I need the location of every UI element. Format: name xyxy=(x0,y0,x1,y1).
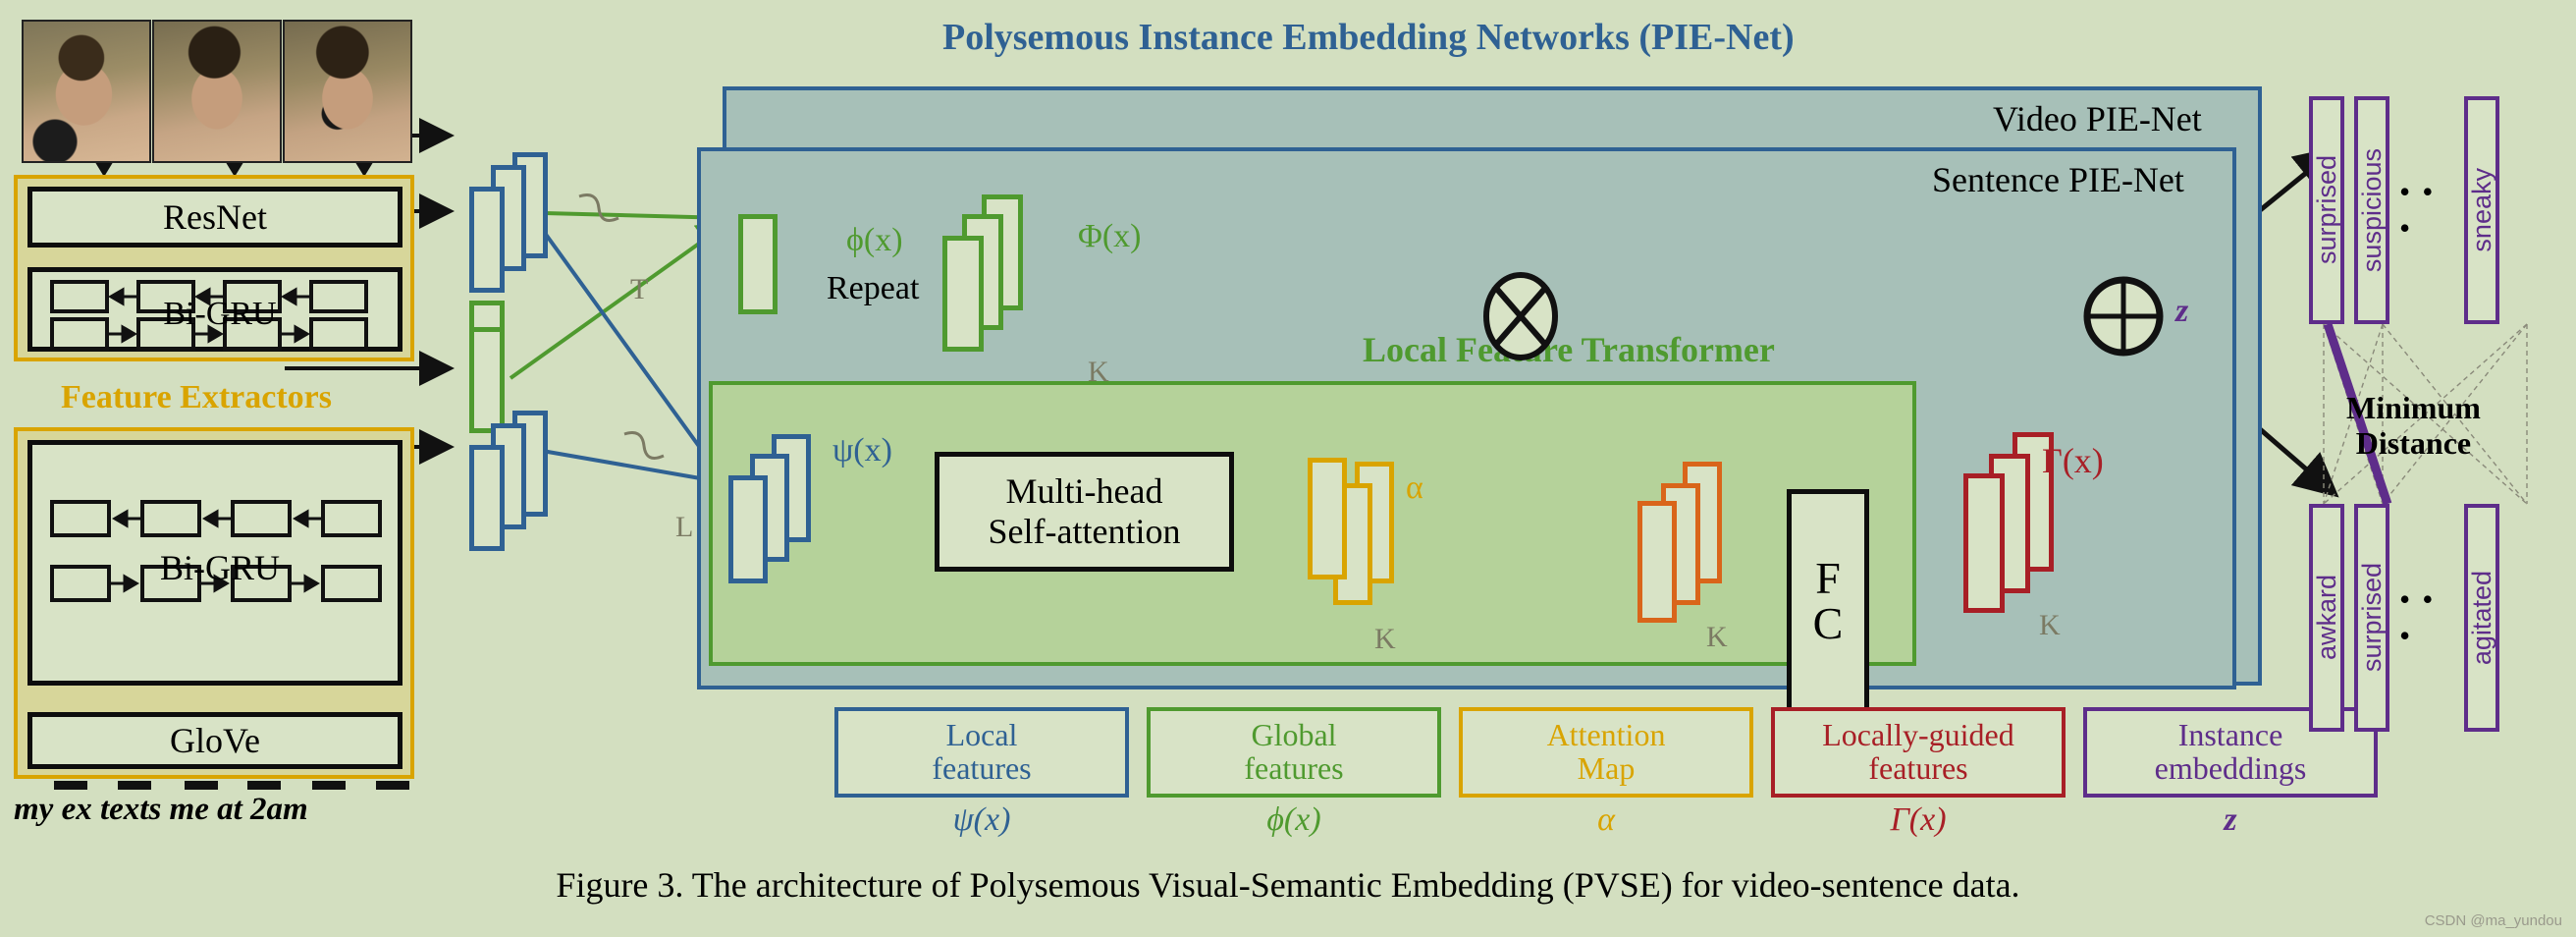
video-frame-1 xyxy=(22,20,151,163)
locally-guided-feature-1 xyxy=(1963,473,2005,613)
multihead-self-attention-block[interactable]: Multi-head Self-attention xyxy=(935,452,1234,572)
z-label: z xyxy=(2175,293,2189,329)
legend-symbol-local-features: ψ(x) xyxy=(952,801,1011,838)
glove-label: GloVe xyxy=(170,721,260,760)
embedding-bottom-row: awkard surprised • • • agitated xyxy=(2309,504,2499,732)
weighted-feature-1 xyxy=(1637,501,1677,623)
legend-item-attention-map: Attention Map α xyxy=(1459,707,1753,839)
sentence-pie-net-label: Sentence PIE-Net xyxy=(1932,160,2184,199)
video-pie-net-label: Video PIE-Net xyxy=(1993,99,2202,138)
multihead-line1: Multi-head xyxy=(1005,470,1163,511)
embedding-label: surprised xyxy=(2311,155,2341,265)
minimum-distance-line1: Minimum xyxy=(2346,390,2481,425)
phi-small-label: ϕ(x) xyxy=(846,222,903,258)
legend-symbol-global-features: ϕ(x) xyxy=(1266,801,1321,838)
embedding-ellipsis-top: • • • xyxy=(2399,174,2436,246)
locally-guided-k-label: K xyxy=(2039,609,2061,641)
legend-label-line1: Instance xyxy=(2177,717,2283,753)
embedding-label: awkard xyxy=(2311,575,2341,661)
glove-block[interactable]: GloVe xyxy=(27,712,402,769)
text-seq-length-label: L xyxy=(675,511,694,543)
embedding-box-surprised-bottom[interactable]: surprised xyxy=(2354,504,2389,732)
legend-box-global-features: Global features xyxy=(1147,707,1441,798)
legend-label-line2: features xyxy=(932,750,1032,786)
legend-label-line2: embeddings xyxy=(2154,750,2307,786)
legend-label-line1: Locally-guided xyxy=(1822,717,2014,753)
fc-line1: F xyxy=(1815,553,1841,603)
legend-box-attention-map: Attention Map xyxy=(1459,707,1753,798)
embedding-ellipsis-bottom: • • • xyxy=(2399,581,2436,653)
video-frame-3 xyxy=(283,20,412,163)
resnet-label: ResNet xyxy=(163,197,267,237)
video-local-feature-1 xyxy=(469,187,505,293)
legend-label-line2: features xyxy=(1244,750,1344,786)
bigru-video-label: Bi-GRU xyxy=(163,296,277,332)
legend-label-line2: features xyxy=(1868,750,1968,786)
sentence-global-feature-box xyxy=(469,327,505,433)
weighted-k-label: K xyxy=(1706,621,1728,653)
legend-box-local-features: Local features xyxy=(834,707,1129,798)
repeat-label: Repeat xyxy=(827,270,920,306)
resnet-block[interactable]: ResNet xyxy=(27,187,402,248)
embedding-box-awkard[interactable]: awkard xyxy=(2309,504,2344,732)
phi-big-label: Φ(x) xyxy=(1078,218,1142,254)
watermark: CSDN @ma_yundou xyxy=(2424,912,2562,929)
legend-label-line2: Map xyxy=(1577,750,1636,786)
psi-feature-1 xyxy=(728,475,768,583)
embedding-label: sneaky xyxy=(2466,168,2496,252)
fc-block[interactable]: F C xyxy=(1787,489,1869,713)
global-feature-input xyxy=(738,214,778,314)
embedding-box-surprised-top[interactable]: surprised xyxy=(2309,96,2344,324)
legend-symbol-attention-map: α xyxy=(1597,801,1615,838)
pie-net-title: Polysemous Instance Embedding Networks (… xyxy=(942,17,1795,58)
legend-label-line1: Global xyxy=(1251,717,1337,753)
psi-label: ψ(x) xyxy=(832,432,892,468)
legend-label-line1: Attention xyxy=(1546,717,1666,753)
legend-symbol-instance-embeddings: z xyxy=(2224,801,2237,838)
legend-item-global-features: Global features ϕ(x) xyxy=(1147,707,1441,839)
local-feature-transformer-title: Local Feature Transformer xyxy=(1363,330,1775,369)
figure-caption: Figure 3. The architecture of Polysemous… xyxy=(556,865,2020,905)
sentence-local-feature-1 xyxy=(469,445,505,551)
multihead-line2: Self-attention xyxy=(988,512,1181,551)
embedding-label: suspicious xyxy=(2356,147,2387,273)
minimum-distance-line2: Distance xyxy=(2355,424,2472,461)
bigru-text-label: Bi-GRU xyxy=(159,548,280,587)
legend: Local features ψ(x) Global features ϕ(x) Atten… xyxy=(834,707,2378,839)
legend-label-line1: Local xyxy=(945,717,1018,753)
gamma-label: Γ(x) xyxy=(2042,441,2104,480)
attention-k-label: K xyxy=(1374,623,1396,655)
legend-box-locally-guided: Locally-guided features xyxy=(1771,707,2066,798)
feature-extractors-title: Feature Extractors xyxy=(61,379,332,415)
video-frame-2 xyxy=(152,20,282,163)
embedding-label: agitated xyxy=(2466,570,2496,666)
legend-item-locally-guided: Locally-guided features Γ(x) xyxy=(1771,707,2066,839)
legend-item-local-features: Local features ψ(x) xyxy=(834,707,1129,839)
embedding-top-row: surprised suspicious • • • sneaky xyxy=(2309,96,2499,324)
bigru-video-block[interactable]: Bi-GRU xyxy=(27,267,402,352)
embedding-box-suspicious[interactable]: suspicious xyxy=(2354,96,2389,324)
bigru-text-block[interactable]: Bi-GRU xyxy=(27,440,402,686)
embedding-label: surprised xyxy=(2356,563,2387,673)
input-sentence: my ex texts me at 2am xyxy=(14,792,308,827)
minimum-distance-label: Minimum Distance xyxy=(2346,390,2481,462)
legend-symbol-locally-guided: Γ(x) xyxy=(1890,801,1947,838)
embedding-box-agitated[interactable]: agitated xyxy=(2464,504,2499,732)
attention-map-1 xyxy=(1308,458,1347,579)
embedding-box-sneaky[interactable]: sneaky xyxy=(2464,96,2499,324)
alpha-label: α xyxy=(1406,469,1423,506)
video-seq-length-label: T xyxy=(630,273,649,305)
global-feature-k-1 xyxy=(942,236,984,352)
fc-line2: C xyxy=(1812,598,1844,648)
